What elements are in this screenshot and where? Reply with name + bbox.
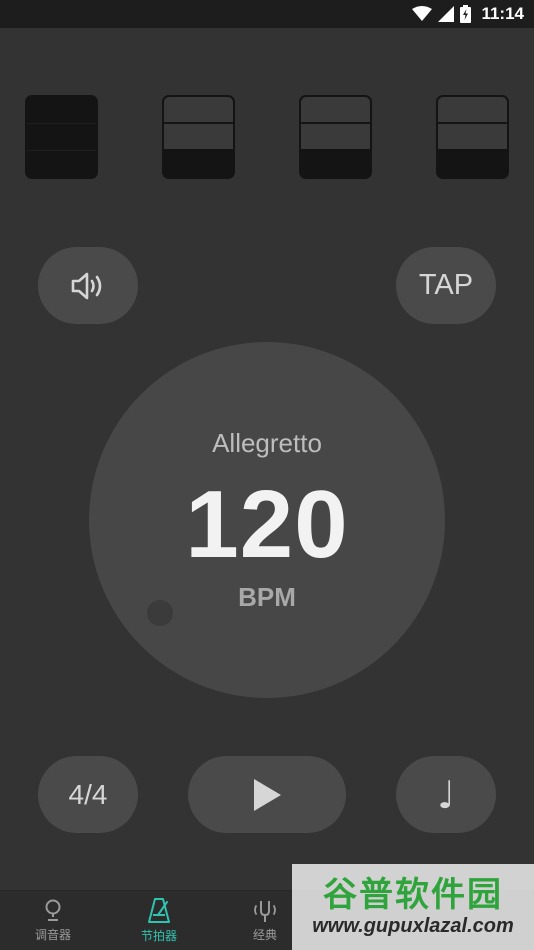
watermark-url: www.gupuxlazal.com xyxy=(312,914,514,937)
tempo-name: Allegretto xyxy=(212,428,322,458)
tuner-icon xyxy=(45,899,61,921)
watermark: 谷普软件园 www.gupuxlazal.com xyxy=(292,864,534,950)
signal-icon xyxy=(438,6,455,22)
tuning-fork-icon xyxy=(254,901,276,922)
nav-classic-label: 经典 xyxy=(252,928,277,942)
beat-indicator-3[interactable] xyxy=(299,95,372,179)
wifi-icon xyxy=(412,6,433,21)
nav-tuner-label: 调音器 xyxy=(34,928,71,942)
watermark-title: 谷普软件园 xyxy=(323,876,503,915)
speaker-icon xyxy=(71,272,102,299)
tap-label: TAP xyxy=(418,269,474,301)
bpm-unit-label: BPM xyxy=(238,582,296,612)
status-time: 11:14 xyxy=(481,4,524,23)
play-icon xyxy=(254,778,281,811)
nav-metronome[interactable]: 节拍器 xyxy=(106,891,212,950)
nav-tuner[interactable]: 调音器 xyxy=(0,891,106,950)
beat-indicator-1[interactable] xyxy=(25,95,98,179)
metronome-icon xyxy=(148,898,170,923)
beat-indicator-4[interactable] xyxy=(436,95,509,179)
metronome-screen: 11:14 TAP Allegretto 120 BPM 4/4 ♩ 调音器 节… xyxy=(0,0,534,950)
dial-knob[interactable] xyxy=(147,600,173,626)
bpm-value: 120 xyxy=(185,471,349,578)
tempo-dial[interactable]: Allegretto 120 BPM xyxy=(89,342,445,698)
beat-indicator-2[interactable] xyxy=(162,95,235,179)
battery-charging-icon xyxy=(460,5,472,23)
quarter-note-icon: ♩ xyxy=(437,772,455,817)
play-button[interactable] xyxy=(188,756,346,833)
nav-metronome-label: 节拍器 xyxy=(140,929,177,943)
sound-button[interactable] xyxy=(38,247,138,324)
note-subdivision-button[interactable]: ♩ xyxy=(396,756,496,833)
tap-tempo-button[interactable]: TAP xyxy=(396,247,496,324)
time-signature-label: 4/4 xyxy=(68,778,108,810)
time-signature-button[interactable]: 4/4 xyxy=(38,756,138,833)
status-bar: 11:14 xyxy=(0,0,534,28)
